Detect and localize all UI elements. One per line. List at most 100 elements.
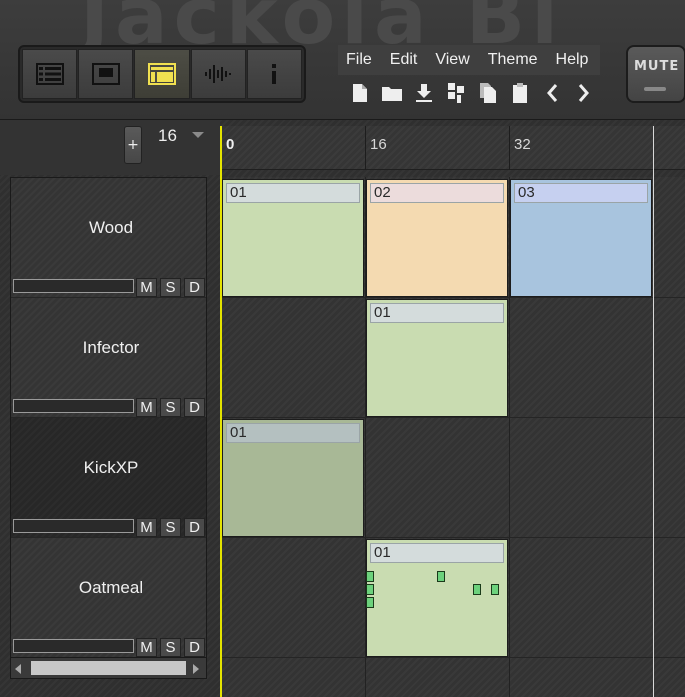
solo-track-button[interactable]: S — [160, 278, 181, 297]
view-switcher — [18, 45, 306, 103]
undo-button[interactable] — [536, 78, 568, 108]
song-editor-button[interactable] — [134, 49, 190, 99]
track-list: Wood M S D Infector M S D KickXP M S D O… — [10, 177, 207, 659]
pattern-block[interactable]: 01 — [366, 299, 508, 417]
mute-track-button[interactable]: M — [136, 518, 157, 537]
copy-icon — [480, 83, 496, 103]
pattern-block[interactable]: 03 — [510, 179, 652, 297]
menu-view[interactable]: View — [435, 51, 469, 69]
mute-led-indicator — [644, 87, 666, 91]
note-marker[interactable] — [473, 584, 481, 595]
menu-help[interactable]: Help — [556, 51, 589, 69]
track-row[interactable]: Oatmeal M S D — [11, 538, 206, 658]
grid-line — [220, 297, 685, 298]
pattern-label: 02 — [370, 183, 504, 203]
solo-track-button[interactable]: S — [160, 518, 181, 537]
paste-icon — [513, 83, 527, 103]
mute-track-button[interactable]: M — [136, 398, 157, 417]
piano-roll-button[interactable] — [78, 49, 134, 99]
loop-end-marker[interactable] — [653, 126, 654, 697]
horizontal-scrollbar[interactable] — [10, 657, 207, 679]
window-icon — [91, 63, 120, 85]
grid-size-select[interactable]: 16 — [158, 126, 177, 146]
automation-button[interactable] — [190, 49, 246, 99]
solo-track-button[interactable]: S — [160, 398, 181, 417]
mute-label: MUTE — [634, 59, 680, 74]
track-volume-slider[interactable] — [13, 399, 134, 413]
add-track-button[interactable]: + — [124, 126, 142, 164]
track-volume-slider[interactable] — [13, 639, 134, 653]
pattern-block[interactable]: 02 — [366, 179, 508, 297]
track-name: Infector — [82, 338, 140, 357]
undo-arrow-icon — [547, 84, 558, 102]
pattern-label: 01 — [370, 303, 504, 323]
menu-theme[interactable]: Theme — [488, 51, 538, 69]
note-marker[interactable] — [366, 597, 374, 608]
grid-line — [220, 417, 685, 418]
export-icon — [448, 83, 464, 103]
scroll-left-arrow-icon[interactable] — [15, 664, 21, 674]
delete-track-button[interactable]: D — [184, 278, 205, 297]
timeline-ruler[interactable]: 0 16 32 — [220, 126, 685, 170]
song-list-button[interactable] — [22, 49, 78, 99]
redo-button[interactable] — [568, 78, 600, 108]
open-folder-icon — [382, 87, 402, 101]
track-name: Wood — [88, 218, 134, 237]
note-marker[interactable] — [437, 571, 445, 582]
list-icon — [35, 63, 64, 85]
mute-track-button[interactable]: M — [136, 638, 157, 657]
chevron-down-icon[interactable] — [192, 132, 204, 138]
scroll-right-arrow-icon[interactable] — [193, 664, 199, 674]
pattern-label: 03 — [514, 183, 648, 203]
solo-track-button[interactable]: S — [160, 638, 181, 657]
ruler-label: 0 — [226, 136, 235, 153]
grid-line — [220, 537, 685, 538]
ruler-tick — [365, 126, 366, 170]
app-window: Jackola Bi File Edit View Theme Help MUT… — [0, 0, 685, 697]
note-marker[interactable] — [366, 584, 374, 595]
pattern-block[interactable]: 01 — [222, 419, 364, 537]
track-name: KickXP — [83, 458, 139, 477]
open-button[interactable] — [376, 78, 408, 108]
menu-bar: File Edit View Theme Help — [338, 45, 600, 75]
grid-line — [220, 657, 685, 658]
note-marker[interactable] — [491, 584, 499, 595]
scrollbar-thumb[interactable] — [31, 661, 186, 675]
menu-edit[interactable]: Edit — [390, 51, 418, 69]
pattern-label: 01 — [226, 423, 360, 443]
delete-track-button[interactable]: D — [184, 518, 205, 537]
mute-button[interactable]: MUTE — [626, 45, 685, 103]
track-row[interactable]: Infector M S D — [11, 298, 206, 418]
save-download-icon — [416, 84, 432, 102]
paste-button[interactable] — [504, 78, 536, 108]
track-panel-header — [0, 120, 220, 175]
copy-button[interactable] — [472, 78, 504, 108]
arrangement-grid[interactable]: 01 02 03 01 01 01 — [220, 177, 685, 697]
pattern-block[interactable]: 01 — [366, 539, 508, 657]
track-volume-slider[interactable] — [13, 279, 134, 293]
track-name: Oatmeal — [78, 578, 144, 597]
top-toolbar: Jackola Bi File Edit View Theme Help MUT… — [0, 0, 685, 120]
playhead[interactable] — [220, 126, 222, 697]
tracks-icon — [148, 63, 176, 85]
menu-file[interactable]: File — [346, 51, 372, 69]
mute-track-button[interactable]: M — [136, 278, 157, 297]
delete-track-button[interactable]: D — [184, 398, 205, 417]
export-button[interactable] — [440, 78, 472, 108]
save-button[interactable] — [408, 78, 440, 108]
pattern-block[interactable]: 01 — [222, 179, 364, 297]
new-file-icon — [353, 84, 367, 102]
note-marker[interactable] — [366, 571, 374, 582]
track-volume-slider[interactable] — [13, 519, 134, 533]
ruler-tick — [509, 126, 510, 170]
pattern-label: 01 — [226, 183, 360, 203]
file-toolbar — [338, 78, 600, 108]
pattern-label: 01 — [370, 543, 504, 563]
redo-arrow-icon — [578, 84, 589, 102]
new-file-button[interactable] — [344, 78, 376, 108]
track-row[interactable]: KickXP M S D — [11, 418, 206, 538]
track-row[interactable]: Wood M S D — [11, 178, 206, 298]
delete-track-button[interactable]: D — [184, 638, 205, 657]
info-icon — [272, 64, 277, 84]
info-button[interactable] — [246, 49, 303, 99]
